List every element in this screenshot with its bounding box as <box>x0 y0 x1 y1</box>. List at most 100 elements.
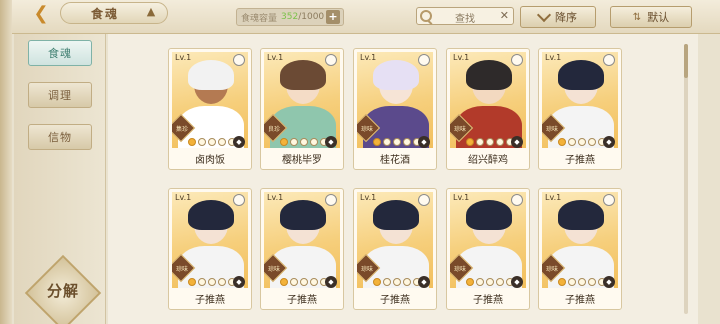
search-icon <box>420 10 432 22</box>
element-icon: ◆ <box>603 276 615 288</box>
star-icon <box>558 278 566 286</box>
star-icon <box>568 278 576 286</box>
sidebar-item-tiaoli[interactable]: 调理 <box>28 82 92 108</box>
card-level: Lv.1 <box>453 193 470 202</box>
sort-order-button[interactable]: 降序 <box>520 6 596 28</box>
card-name: 子推燕 <box>287 295 317 306</box>
star-icon <box>188 278 196 286</box>
star-rating <box>558 138 606 148</box>
card-level: Lv.1 <box>267 193 284 202</box>
rarity-label: 琼味 <box>360 126 373 133</box>
star-icon <box>373 278 381 286</box>
portrait-hair <box>466 200 512 230</box>
card-level: Lv.1 <box>175 53 192 62</box>
clear-icon[interactable]: ✕ <box>500 9 509 22</box>
card-level: Lv.1 <box>267 53 284 62</box>
star-icon <box>218 138 226 146</box>
filter-default-button[interactable]: ⇅ 默认 <box>610 6 692 28</box>
rarity-label: 琼味 <box>453 126 466 133</box>
character-card[interactable]: Lv.1 琼味 ◆ 桂花酒 <box>353 48 437 170</box>
star-icon <box>310 138 318 146</box>
star-icon <box>568 138 576 146</box>
star-rating <box>188 138 236 148</box>
character-card[interactable]: Lv.1 琼味 ◆ 子推燕 <box>168 188 252 310</box>
portrait-hair <box>188 200 234 230</box>
category-icon <box>511 54 523 66</box>
character-card[interactable]: Lv.1 良珍 ◆ 樱桃毕罗 <box>260 48 344 170</box>
star-rating <box>466 138 514 148</box>
decompose-label: 分解 <box>46 282 79 300</box>
element-icon: ◆ <box>233 276 245 288</box>
star-icon <box>588 278 596 286</box>
element-icon: ◆ <box>418 276 430 288</box>
star-rating <box>558 278 606 288</box>
search-input[interactable]: 查找 ✕ <box>416 7 514 25</box>
star-icon <box>486 278 494 286</box>
sidebar-item-label: 信物 <box>48 131 72 144</box>
scrollbar-track[interactable] <box>684 44 688 314</box>
chevron-down-icon <box>536 7 552 23</box>
card-name: 樱桃毕罗 <box>282 155 322 166</box>
portrait-hair <box>280 60 326 90</box>
back-button[interactable]: ❮ <box>26 2 56 24</box>
portrait-hair <box>558 60 604 90</box>
element-icon: ◆ <box>603 136 615 148</box>
rarity-label: 良珍 <box>267 126 280 133</box>
rarity-label: 琼味 <box>545 266 558 273</box>
portrait-hair <box>373 200 419 230</box>
card-portrait: Lv.1 琼味 ◆ <box>450 192 526 288</box>
portrait-hair <box>280 200 326 230</box>
star-rating <box>280 278 328 288</box>
card-portrait: Lv.1 集珍 ◆ <box>172 52 248 148</box>
sidebar-item-label: 调理 <box>48 89 72 102</box>
element-icon: ◆ <box>511 276 523 288</box>
star-icon <box>393 278 401 286</box>
star-icon <box>578 278 586 286</box>
character-card[interactable]: Lv.1 琼味 ◆ 绍兴醉鸡 <box>446 48 530 170</box>
star-icon <box>383 278 391 286</box>
card-name: 卤肉饭 <box>195 155 225 166</box>
character-card[interactable]: Lv.1 琼味 ◆ 子推燕 <box>538 188 622 310</box>
star-icon <box>280 138 288 146</box>
star-icon <box>466 138 474 146</box>
card-level: Lv.1 <box>545 193 562 202</box>
category-icon <box>418 54 430 66</box>
card-level: Lv.1 <box>360 193 377 202</box>
back-arrow-icon: ❮ <box>33 2 49 24</box>
star-icon <box>198 278 206 286</box>
element-icon: ◆ <box>325 276 337 288</box>
category-icon <box>325 54 337 66</box>
category-icon <box>325 194 337 206</box>
star-icon <box>300 138 308 146</box>
category-icon <box>511 194 523 206</box>
card-name: 桂花酒 <box>380 155 410 166</box>
star-icon <box>300 278 308 286</box>
category-icon <box>418 194 430 206</box>
category-icon <box>233 194 245 206</box>
star-icon <box>496 278 504 286</box>
left-border <box>0 0 12 324</box>
character-card[interactable]: Lv.1 琼味 ◆ 子推燕 <box>446 188 530 310</box>
capacity-current: 352 <box>281 12 299 22</box>
character-card[interactable]: Lv.1 集珍 ◆ 卤肉饭 <box>168 48 252 170</box>
portrait-hair <box>558 200 604 230</box>
star-icon <box>403 278 411 286</box>
star-icon <box>280 278 288 286</box>
star-icon <box>310 278 318 286</box>
scrollbar-thumb[interactable] <box>684 44 688 78</box>
star-icon <box>383 138 391 146</box>
character-card[interactable]: Lv.1 琼味 ◆ 子推燕 <box>538 48 622 170</box>
character-card[interactable]: Lv.1 琼味 ◆ 子推燕 <box>353 188 437 310</box>
rarity-label: 琼味 <box>453 266 466 273</box>
search-placeholder: 查找 <box>455 14 475 25</box>
add-capacity-button[interactable]: + <box>326 10 340 24</box>
star-icon <box>496 138 504 146</box>
sidebar-item-shihun[interactable]: 食魂 <box>28 40 92 66</box>
star-rating <box>373 278 421 288</box>
element-icon: ◆ <box>511 136 523 148</box>
card-portrait: Lv.1 琼味 ◆ <box>357 52 433 148</box>
character-card[interactable]: Lv.1 琼味 ◆ 子推燕 <box>260 188 344 310</box>
element-icon: ◆ <box>418 136 430 148</box>
star-icon <box>393 138 401 146</box>
sidebar-item-xinwu[interactable]: 信物 <box>28 124 92 150</box>
